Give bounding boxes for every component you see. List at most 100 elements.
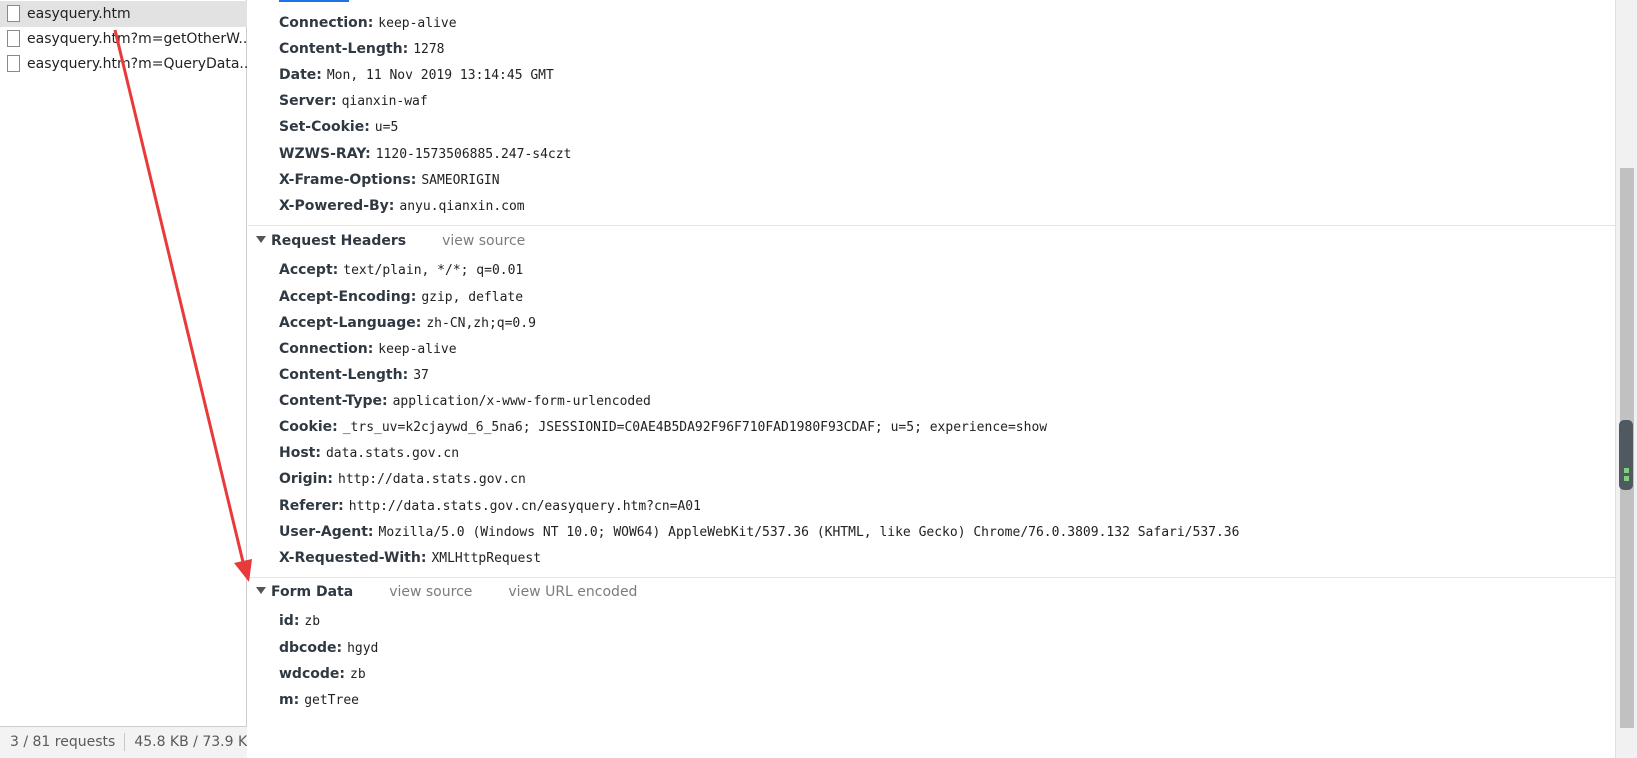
header-row: X-Frame-Options: SAMEORIGIN [279, 169, 500, 191]
header-value: 1278 [413, 42, 445, 57]
request-headers-title: Request Headers [271, 233, 407, 249]
form-key: m: [279, 692, 300, 708]
form-data-title: Form Data [271, 584, 354, 600]
headers-panel: Connection: keep-alive Content-Length: 127… [248, 0, 1615, 758]
request-item-querydata[interactable]: easyquery.htm?m=QueryData... [0, 51, 247, 77]
header-value: keep-alive [378, 342, 457, 357]
header-key: Origin: [279, 471, 333, 487]
triangle-down-icon[interactable] [256, 236, 266, 243]
form-key: dbcode: [279, 640, 343, 656]
section-divider [248, 577, 1615, 578]
header-key: Connection: [279, 341, 374, 357]
header-row: Referer: http://data.stats.gov.cn/easyque… [279, 495, 701, 517]
header-key: Accept-Language: [279, 315, 422, 331]
header-key: Set-Cookie: [279, 119, 370, 135]
header-key: Server: [279, 93, 337, 109]
form-value: zb [304, 614, 321, 629]
request-name: easyquery.htm [27, 6, 131, 22]
header-row: Content-Length: 1278 [279, 38, 445, 60]
vertical-scrollbar[interactable] [1615, 0, 1637, 758]
header-key: Content-Type: [279, 393, 388, 409]
header-value: zh-CN,zh;q=0.9 [426, 316, 536, 331]
file-icon [7, 30, 20, 47]
header-row: WZWS-RAY: 1120-1573506885.247-s4czt [279, 143, 571, 165]
form-row: m: getTree [279, 689, 359, 711]
form-key: wdcode: [279, 666, 345, 682]
header-row: Set-Cookie: u=5 [279, 116, 398, 138]
header-key: Accept-Encoding: [279, 289, 417, 305]
request-list-pane: easyquery.htm easyquery.htm?m=getOtherW.… [0, 0, 247, 758]
header-value: 1120-1573506885.247-s4czt [375, 147, 572, 162]
header-key: X-Frame-Options: [279, 172, 417, 188]
header-value: Mon, 11 Nov 2019 13:14:45 GMT [326, 68, 554, 83]
header-key: X-Requested-With: [279, 550, 427, 566]
header-value: XMLHttpRequest [431, 551, 542, 566]
header-row: Connection: keep-alive [279, 338, 457, 360]
request-name: easyquery.htm?m=getOtherW... [27, 31, 247, 47]
form-data-section[interactable]: Form Data view source view URL encoded [256, 580, 637, 604]
header-row: Connection: keep-alive [279, 12, 457, 34]
header-key: User-Agent: [279, 524, 374, 540]
grip-dot [1624, 468, 1629, 473]
header-row: User-Agent: Mozilla/5.0 (Windows NT 10.0;… [279, 521, 1239, 543]
network-status-bar: 3 / 81 requests 45.8 KB / 73.9 KB [0, 726, 247, 758]
form-value: zb [350, 667, 366, 682]
header-row: Host: data.stats.gov.cn [279, 442, 459, 464]
view-source-link[interactable]: view source [389, 584, 472, 600]
header-row: Content-Type: application/x-www-form-urle… [279, 390, 651, 412]
header-key: Content-Length: [279, 41, 409, 57]
section-divider [248, 225, 1615, 226]
scroll-grip-icon[interactable] [1619, 420, 1633, 490]
header-value: http://data.stats.gov.cn [338, 472, 526, 487]
file-icon [7, 55, 20, 72]
form-value: hgyd [347, 641, 379, 656]
header-key: Content-Length: [279, 367, 409, 383]
request-item-easyquery[interactable]: easyquery.htm [0, 1, 247, 27]
request-headers-section[interactable]: Request Headers view source [256, 229, 525, 253]
header-row: Accept: text/plain, */*; q=0.01 [279, 259, 523, 281]
form-key: id: [279, 613, 300, 629]
transfer-size: 45.8 KB / 73.9 KB [134, 734, 247, 750]
header-value: 37 [413, 368, 429, 383]
header-row: Date: Mon, 11 Nov 2019 13:14:45 GMT [279, 64, 554, 86]
header-key: Date: [279, 67, 322, 83]
status-separator [124, 733, 126, 751]
header-row: Server: qianxin-waf [279, 90, 428, 112]
header-row: Origin: http://data.stats.gov.cn [279, 468, 526, 490]
header-key: Connection: [279, 15, 374, 31]
header-value: qianxin-waf [341, 94, 428, 109]
header-key: WZWS-RAY: [279, 146, 371, 162]
header-row: Cookie: _trs_uv=k2cjaywd_6_5na6; JSESSION… [279, 416, 1047, 438]
header-value: u=5 [374, 120, 399, 135]
scrolled-header-edge [279, 0, 349, 2]
request-item-getotherw[interactable]: easyquery.htm?m=getOtherW... [0, 26, 247, 52]
header-value: text/plain, */*; q=0.01 [343, 263, 524, 278]
triangle-down-icon[interactable] [256, 587, 266, 594]
header-row: Content-Length: 37 [279, 364, 429, 386]
header-row: X-Powered-By: anyu.qianxin.com [279, 195, 525, 217]
file-icon [7, 5, 20, 22]
header-key: Host: [279, 445, 321, 461]
header-value: Mozilla/5.0 (Windows NT 10.0; WOW64) App… [378, 525, 1240, 540]
view-url-encoded-link[interactable]: view URL encoded [508, 584, 637, 600]
request-count: 3 / 81 requests [10, 734, 116, 750]
header-key: Cookie: [279, 419, 338, 435]
header-value: gzip, deflate [421, 290, 524, 305]
request-name: easyquery.htm?m=QueryData... [27, 56, 247, 72]
form-row: dbcode: hgyd [279, 637, 378, 659]
form-value: getTree [304, 693, 359, 708]
header-value: http://data.stats.gov.cn/easyquery.htm?c… [348, 499, 701, 514]
header-row: Accept-Language: zh-CN,zh;q=0.9 [279, 312, 536, 334]
grip-dot [1624, 476, 1629, 481]
header-value: anyu.qianxin.com [399, 199, 525, 214]
header-value: _trs_uv=k2cjaywd_6_5na6; JSESSIONID=C0AE… [342, 420, 1048, 435]
header-value: data.stats.gov.cn [325, 446, 460, 461]
header-value: SAMEORIGIN [421, 173, 500, 188]
form-row: wdcode: zb [279, 663, 366, 685]
header-value: keep-alive [378, 16, 457, 31]
header-value: application/x-www-form-urlencoded [392, 394, 651, 409]
header-key: Accept: [279, 262, 339, 278]
view-source-link[interactable]: view source [442, 233, 525, 249]
header-row: Accept-Encoding: gzip, deflate [279, 286, 523, 308]
header-row: X-Requested-With: XMLHttpRequest [279, 547, 541, 569]
